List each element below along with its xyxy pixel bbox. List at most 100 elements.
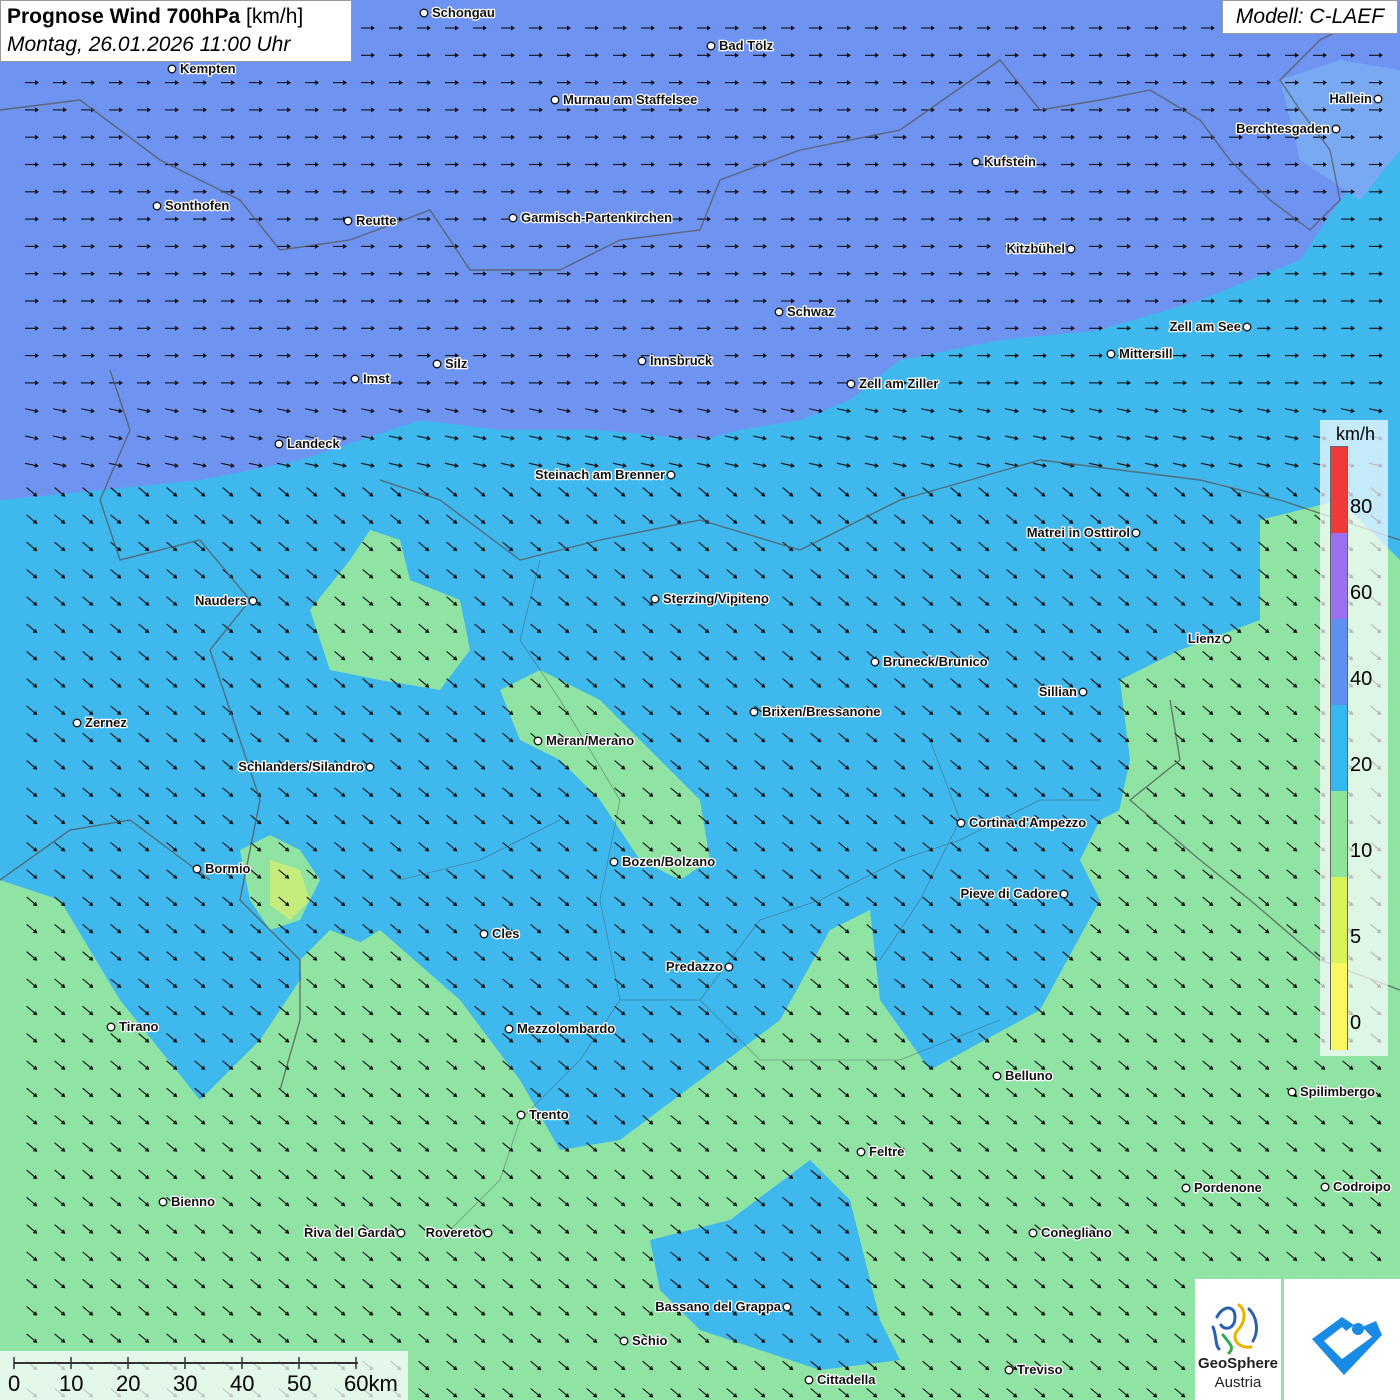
- city-label: Cortina d'Ampezzo: [969, 815, 1086, 830]
- legend-segment: [1331, 705, 1347, 792]
- app-logo[interactable]: [1284, 1279, 1400, 1400]
- city-label: Sonthofen: [165, 198, 229, 213]
- map-title: Prognose Wind 700hPa [km/h]: [7, 5, 345, 29]
- city-label: Bruneck/Brunico: [883, 654, 988, 669]
- scale-label: 0: [8, 1371, 21, 1396]
- scale-label: 50: [287, 1371, 312, 1396]
- city-marker: Conegliano: [1028, 1224, 1113, 1241]
- city-label: Predazzo: [666, 959, 723, 974]
- legend-tick-label: 10: [1350, 840, 1373, 862]
- city-label: Bozen/Bolzano: [622, 854, 715, 869]
- city-marker: Pieve di Cadore: [959, 885, 1069, 902]
- city-label: Zell am Ziller: [859, 376, 938, 391]
- city-label: Pordenone: [1194, 1180, 1262, 1195]
- wind-map[interactable]: Schongau Bad Tölz Kempten Murnau am Staffel…: [0, 0, 1400, 1400]
- city-label: Kitzbühel: [1007, 241, 1066, 256]
- city-label: Bad Tölz: [719, 38, 774, 53]
- city-label: Schlanders/Silandro: [238, 759, 364, 774]
- city-marker: Innsbruck: [637, 352, 714, 369]
- city-label: Lienz: [1188, 631, 1222, 646]
- city-marker: Kitzbühel: [1005, 240, 1076, 257]
- city-label: Mezzolombardo: [517, 1021, 615, 1036]
- city-label: Belluno: [1005, 1068, 1053, 1083]
- city-marker: Bruneck/Brunico: [870, 653, 989, 670]
- city-marker: Bassano del Grappa: [654, 1298, 792, 1315]
- city-label: Spilimbergo: [1300, 1084, 1375, 1099]
- city-marker: Zell am Ziller: [846, 375, 940, 392]
- city-label: Meran/Merano: [546, 733, 634, 748]
- legend-tick-label: 0: [1350, 1012, 1362, 1034]
- city-label: Pieve di Cadore: [960, 886, 1058, 901]
- city-label: Innsbruck: [650, 353, 713, 368]
- city-label: Garmisch-Partenkirchen: [521, 210, 672, 225]
- city-marker: Riva del Garda: [303, 1224, 406, 1241]
- city-marker: Predazzo: [665, 958, 734, 975]
- city-label: Imst: [363, 371, 390, 386]
- city-label: Hallein: [1329, 91, 1372, 106]
- city-label: Cles: [492, 926, 519, 941]
- city-marker: Garmisch-Partenkirchen: [508, 209, 673, 226]
- city-marker: Berchtesgaden: [1235, 120, 1341, 137]
- legend-tick-label: 40: [1350, 668, 1373, 690]
- scale-label: 40: [230, 1371, 255, 1396]
- city-label: Riva del Garda: [304, 1225, 396, 1240]
- city-label: Brixen/Bressanone: [762, 704, 881, 719]
- cloud-arrow-icon: [1312, 1317, 1382, 1375]
- model-label: Modell: C-LAEF: [1222, 0, 1398, 34]
- city-label: Zell am See: [1169, 319, 1241, 334]
- city-label: Bormio: [205, 861, 251, 876]
- legend-segment: [1331, 619, 1347, 706]
- legend-segment: [1331, 963, 1347, 1050]
- legend-tick-label: 20: [1350, 754, 1373, 776]
- scale-label: 20: [116, 1371, 141, 1396]
- city-label: Nauders: [195, 593, 247, 608]
- city-label: Bienno: [171, 1194, 215, 1209]
- legend-tick-label: 80: [1350, 496, 1373, 518]
- city-marker: Cortina d'Ampezzo: [956, 814, 1088, 831]
- forecast-datetime: Montag, 26.01.2026 11:00 Uhr: [7, 33, 291, 56]
- city-label: Cittadella: [817, 1372, 876, 1387]
- scale-label: 10: [59, 1371, 84, 1396]
- city-marker: Zell am See: [1168, 318, 1252, 335]
- city-label: Steinach am Brenner: [535, 467, 665, 482]
- geosphere-name: GeoSphere: [1197, 1355, 1279, 1372]
- city-label: Reutte: [356, 213, 396, 228]
- city-label: Codroipo: [1333, 1179, 1391, 1194]
- city-label: Matrei in Osttirol: [1027, 525, 1130, 540]
- city-marker: Spilimbergo: [1287, 1083, 1376, 1100]
- scale-label: 30: [173, 1371, 198, 1396]
- city-label: Kempten: [180, 61, 236, 76]
- legend-segment: [1331, 877, 1347, 964]
- city-label: Schongau: [432, 5, 495, 20]
- city-marker: Schlanders/Silandro: [237, 758, 375, 775]
- city-label: Rovereto: [426, 1225, 482, 1240]
- city-label: Landeck: [287, 436, 341, 451]
- city-marker: Sonthofen: [152, 197, 231, 214]
- city-marker: Brixen/Bressanone: [749, 703, 882, 720]
- city-marker: Rovereto: [424, 1224, 493, 1241]
- map-title-main: Prognose Wind 700hPa: [7, 5, 241, 28]
- geosphere-logo[interactable]: GeoSphere Austria: [1195, 1279, 1281, 1400]
- city-label: Mittersill: [1119, 346, 1172, 361]
- city-label: Bassano del Grappa: [655, 1299, 781, 1314]
- city-marker: Bozen/Bolzano: [609, 853, 716, 870]
- map-title-unit: [km/h]: [246, 5, 304, 28]
- city-marker: Sterzing/Vipiteno: [650, 590, 770, 607]
- geosphere-subname: Austria: [1214, 1374, 1262, 1391]
- city-label: Murnau am Staffelsee: [563, 92, 697, 107]
- city-label: Tirano: [119, 1019, 159, 1034]
- city-label: Feltre: [869, 1144, 904, 1159]
- legend-segment: [1331, 533, 1347, 620]
- city-marker: Schongau: [419, 4, 496, 21]
- city-marker: Steinach am Brenner: [534, 466, 676, 483]
- city-marker: Meran/Merano: [533, 732, 635, 749]
- city-label: Kufstein: [984, 154, 1036, 169]
- city-label: Conegliano: [1041, 1225, 1112, 1240]
- city-label: Zernez: [85, 715, 127, 730]
- map-title-box: Prognose Wind 700hPa [km/h] Montag, 26.0…: [0, 0, 352, 62]
- city-marker: Matrei in Osttirol: [1025, 524, 1141, 541]
- legend-unit: km/h: [1336, 424, 1376, 444]
- city-marker: Mezzolombardo: [504, 1020, 617, 1037]
- scale-bar: 0 10 20 30 40 50 60km: [0, 1351, 408, 1400]
- city-label: Sterzing/Vipiteno: [663, 591, 769, 606]
